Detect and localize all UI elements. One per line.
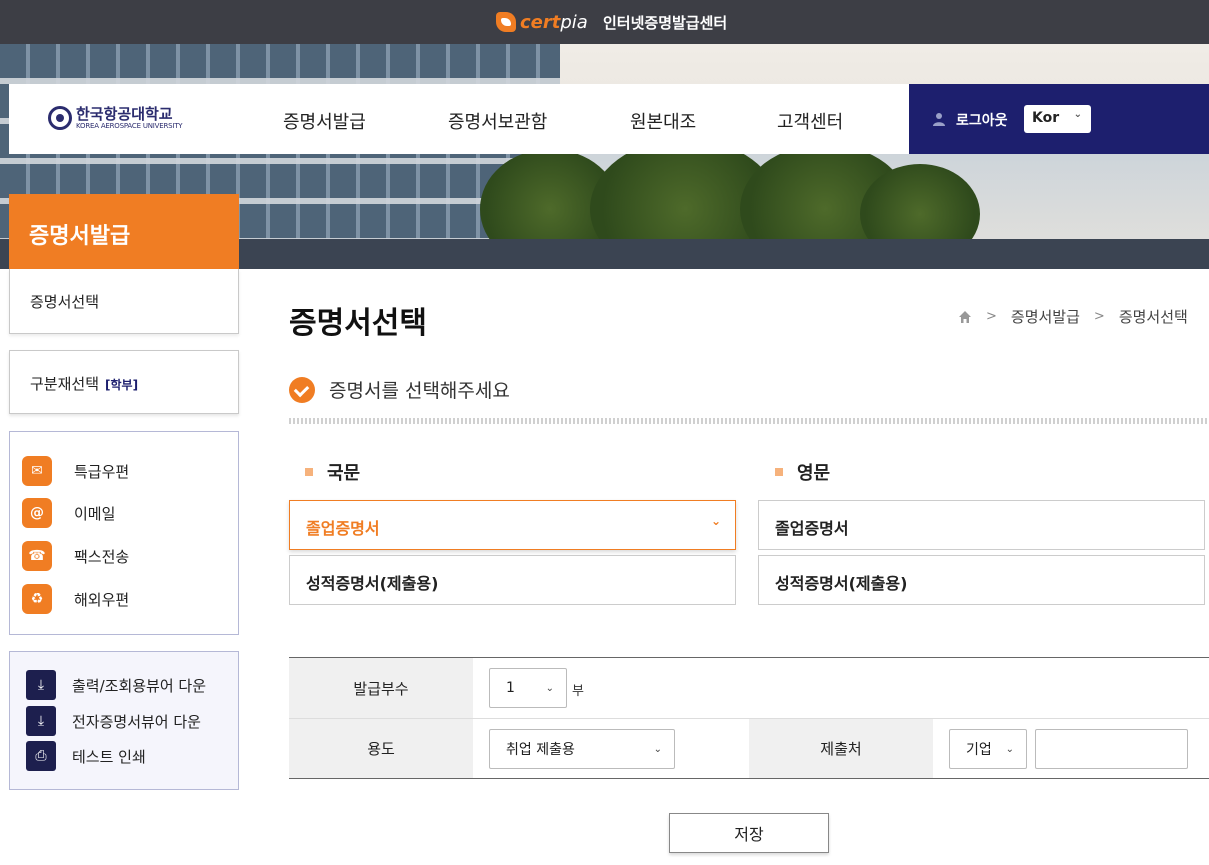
site-title: 인터넷증명발급센터 — [603, 14, 728, 32]
certpia-logo-icon — [496, 12, 516, 32]
delivery-label: 이메일 — [74, 504, 116, 523]
purpose-select[interactable]: 취업 제출용 ⌄ — [489, 729, 675, 769]
purpose-value: 취업 제출용 — [506, 742, 575, 758]
delivery-label: 팩스전송 — [74, 547, 130, 566]
instruction-text: 증명서를 선택해주세요 — [329, 380, 510, 402]
test-print-button[interactable]: ⎙ 테스트 인쇄 — [26, 741, 226, 771]
logout-link[interactable]: 로그아웃 — [956, 110, 1008, 130]
korean-transcript-option[interactable]: 성적증명서(제출용) — [289, 555, 736, 605]
breadcrumb-item[interactable]: 증명서발급 — [1011, 306, 1080, 327]
download-icon: ⤓ — [26, 670, 56, 700]
purpose-label: 용도 — [289, 719, 473, 778]
brand-pia-text: pia — [560, 11, 588, 33]
dotted-divider — [289, 418, 1209, 424]
destination-type-value: 기업 — [966, 742, 992, 758]
copies-select[interactable]: 1 ⌄ — [489, 668, 567, 708]
korean-label: 국문 — [327, 463, 361, 484]
home-icon[interactable] — [958, 310, 972, 324]
delivery-label: 해외우편 — [74, 590, 130, 609]
nav-customer-center[interactable]: 고객센터 — [777, 108, 843, 134]
download-label: 테스트 인쇄 — [72, 747, 146, 766]
save-button[interactable]: 저장 — [669, 813, 829, 853]
sidebar-item-cert-select[interactable]: 증명서선택 — [9, 269, 239, 334]
envelope-icon: ✉ — [22, 456, 52, 486]
korean-section-label: 국문 — [305, 459, 360, 485]
destination-type-select[interactable]: 기업 ⌄ — [949, 729, 1027, 769]
chevron-down-icon: ⌄ — [710, 514, 721, 528]
copies-unit: 부 — [572, 684, 584, 699]
nav-cert-storage[interactable]: 증명서보관함 — [448, 108, 547, 134]
user-icon — [933, 113, 945, 126]
chevron-right-icon: > — [1093, 309, 1105, 324]
korean-graduation-cert-option[interactable]: 졸업증명서 ⌄ — [289, 500, 736, 550]
download-icon: ⤓ — [26, 706, 56, 736]
at-sign-icon: @ — [22, 498, 52, 528]
chevron-down-icon: ⌄ — [1073, 109, 1082, 120]
globe-mail-icon: ♻ — [22, 584, 52, 614]
major-tag: [학부] — [105, 378, 139, 392]
major-reselect-label: 구분재선택 — [30, 375, 100, 393]
cert-option-label: 성적증명서(제출용) — [775, 574, 908, 593]
language-select[interactable]: Kor ⌄ — [1024, 105, 1091, 133]
english-section-label: 영문 — [775, 459, 830, 485]
copies-value: 1 — [506, 680, 515, 696]
chevron-down-icon: ⌄ — [1005, 743, 1014, 755]
bullet-icon — [305, 468, 313, 476]
destination-label: 제출처 — [749, 719, 933, 778]
university-english-name: KOREA AEROSPACE UNIVERSITY — [76, 121, 183, 130]
delivery-fax[interactable]: ☎ 팩스전송 — [22, 540, 222, 572]
check-circle-icon — [289, 376, 315, 403]
sidebar-heading: 증명서발급 — [9, 194, 239, 269]
delivery-express-mail[interactable]: ✉ 특급우편 — [22, 455, 222, 487]
page-title: 증명서선택 — [289, 306, 427, 341]
breadcrumb-item-current: 증명서선택 — [1118, 308, 1188, 326]
language-value: Kor — [1032, 110, 1060, 126]
delivery-email[interactable]: @ 이메일 — [22, 497, 222, 529]
major-reselect-button[interactable]: 구분재선택 [학부] — [9, 350, 239, 414]
delivery-overseas-mail[interactable]: ♻ 해외우편 — [22, 583, 222, 615]
chevron-right-icon: > — [986, 309, 997, 324]
download-label: 전자증명서뷰어 다운 — [72, 712, 201, 731]
form-border — [289, 778, 1209, 779]
university-logo[interactable]: 한국항공대학교 KOREA AEROSPACE UNIVERSITY — [48, 104, 183, 130]
delivery-label: 특급우편 — [74, 462, 130, 481]
chevron-down-icon: ⌄ — [545, 682, 554, 694]
nav-original-check[interactable]: 원본대조 — [630, 108, 696, 134]
university-name: 한국항공대학교 — [76, 104, 173, 123]
cert-option-label: 성적증명서(제출용) — [306, 574, 439, 593]
cert-option-label: 졸업증명서 — [306, 519, 380, 538]
english-transcript-option[interactable]: 성적증명서(제출용) — [758, 555, 1205, 605]
copies-label: 발급부수 — [289, 658, 473, 718]
destination-input[interactable] — [1035, 729, 1188, 769]
download-print-viewer[interactable]: ⤓ 출력/조회용뷰어 다운 — [26, 670, 226, 700]
breadcrumb: > 증명서발급 > 증명서선택 — [958, 306, 1188, 327]
fax-icon: ☎ — [22, 541, 52, 571]
download-label: 출력/조회용뷰어 다운 — [72, 676, 207, 695]
cert-option-label: 졸업증명서 — [775, 519, 849, 538]
bullet-icon — [775, 468, 783, 476]
university-emblem-icon — [48, 106, 72, 130]
english-graduation-cert-option[interactable]: 졸업증명서 — [758, 500, 1205, 550]
download-e-cert-viewer[interactable]: ⤓ 전자증명서뷰어 다운 — [26, 706, 226, 736]
brand-cert-text: cert — [520, 11, 561, 33]
chevron-down-icon: ⌄ — [653, 743, 662, 755]
nav-cert-issue[interactable]: 증명서발급 — [283, 108, 366, 134]
instruction: 증명서를 선택해주세요 — [289, 376, 510, 403]
english-label: 영문 — [797, 463, 831, 484]
certpia-logo[interactable]: cert pia — [496, 11, 588, 33]
printer-icon: ⎙ — [26, 741, 56, 771]
